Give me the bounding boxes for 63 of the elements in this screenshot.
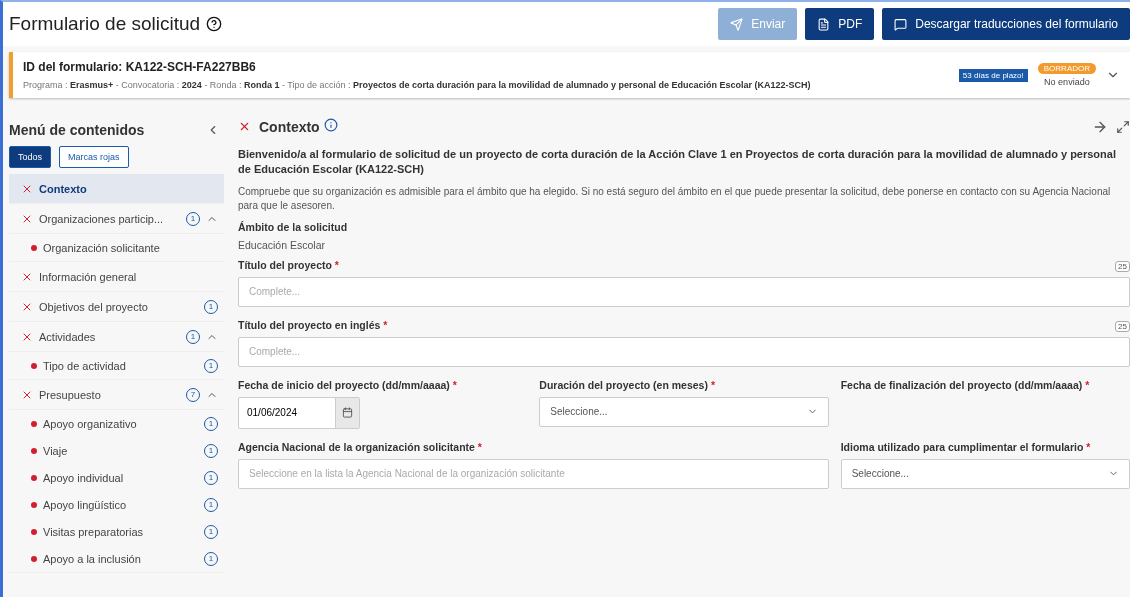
status-badge: BORRADOR [1037,63,1096,74]
expand-icon[interactable] [1116,119,1130,134]
error-dot [31,420,37,427]
menu-item[interactable]: Contexto [9,174,224,204]
menu-item[interactable]: Tipo de actividad 1 [9,352,224,380]
calendar-icon [342,407,353,419]
sidebar-title: Menú de contenidos [9,122,145,138]
menu-item[interactable]: Actividades 1 [9,322,224,352]
error-dot [31,555,37,562]
text-field[interactable]: Complete... [238,336,1130,367]
menu-item[interactable]: Organización solicitante [9,234,224,262]
submission-status: No enviado [1044,77,1090,87]
select-field[interactable]: Seleccione... [840,458,1130,489]
filter-button[interactable]: Marcas rojas [59,146,129,168]
error-dot [31,362,37,369]
text-field[interactable]: Complete... [238,276,1130,307]
select-field[interactable]: Seleccione... [539,396,829,427]
error-dot [31,474,37,481]
field-label: Idioma utilizado para cumplimentar el formulario * [840,440,1092,453]
character-counter: 25 [1115,260,1130,272]
field-label: Duración del proyecto (en meses) * [539,378,716,391]
menu-item[interactable]: Viaje 1 [9,437,224,464]
menu-item[interactable]: Presupuesto 7 [9,380,224,410]
text-field[interactable]: Seleccione en la lista la Agencia Nacional de la organización solicitante [238,458,829,489]
error-dot [31,447,37,454]
date-picker[interactable]: 01/06/2024 [238,396,360,429]
form-meta: Programa : Erasmus+ - Convocatoria : 2024 - Ronda : Ronda 1 - Tipo de acción : Proyectos de corta duración para la movilidad de alumnado y personal de Educación Escolar (KA122-SCH) [23,80,812,90]
action-button[interactable]: Descargar traducciones del formulario [882,8,1130,40]
field-label: Fecha de inicio del proyecto (dd/mm/aaaa) * [238,378,457,391]
error-dot [31,528,37,535]
menu-item[interactable]: Apoyo organizativo 1 [9,410,224,437]
field-label: Ámbito de la solicitud [238,220,348,233]
menu-item[interactable]: Visitas preparatorias 1 [9,518,224,545]
action-button[interactable]: PDF [805,8,875,40]
field-label: Título del proyecto en inglés * [238,318,388,331]
help-icon [206,16,223,32]
menu-item[interactable]: Información general [9,262,224,292]
field-label: Título del proyecto * [238,258,339,271]
error-dot [31,244,37,251]
section-title: Contexto [259,119,320,135]
menu-item[interactable]: Objetivos del proyecto 1 [9,292,224,322]
menu-item[interactable]: Apoyo a la inclusión 1 [9,545,224,573]
info-icon [323,118,338,132]
document-icon [817,17,831,31]
menu-item[interactable]: Organizaciones particip... 1 [9,204,224,234]
filter-button[interactable]: Todos [9,146,52,168]
intro-text: Bienvenido/a al formulario de solicitud de un proyecto de corta duración de la Acción Clave 1 en Proyectos de corta duración para la movilidad de alumnado y personal de Educación Escolar (KA122-SCH) [238,147,1117,177]
date-field[interactable]: 01/06/2024 [239,407,335,419]
send-icon [730,17,744,31]
menu-item[interactable]: Apoyo individual 1 [9,464,224,491]
field-label: Agencia Nacional de la organización solicitante * [238,440,482,453]
form-id: ID del formulario: KA122-SCH-FA227BB6 [23,60,257,74]
note-text: Compruebe que su organización es admisible para el ámbito que ha elegido. Si no está seguro del ámbito en el que puede presentar la solicitud, debe ponerse en contacto con su Agencia Nacional para que le asesoren. [238,184,1112,213]
character-counter: 25 [1115,320,1130,332]
field-value: Educación Escolar [238,238,325,251]
deadline-badge: 53 días de plazo! [958,68,1028,82]
page-title: Formulario de solicitud [9,13,201,35]
error-x-icon [238,120,251,133]
error-dot [31,501,37,508]
chat-icon [894,17,908,31]
menu-item[interactable]: Apoyo lingüístico 1 [9,491,224,518]
calendar-button[interactable] [335,397,359,428]
field-label: Fecha de finalización del proyecto (dd/mm/aaaa) * [840,378,1090,391]
